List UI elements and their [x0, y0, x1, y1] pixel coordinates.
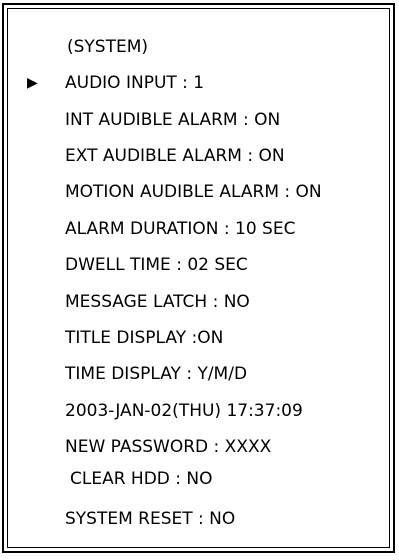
- menu-item-label: TITLE DISPLAY :ON: [65, 328, 224, 348]
- system-menu-panel: (SYSTEM) ▶ AUDIO INPUT : 1 INT AUDIBLE A…: [2, 3, 395, 553]
- menu-item-date-time[interactable]: 2003-JAN-02(THU) 17:37:09: [4, 395, 393, 427]
- menu-title: (SYSTEM): [4, 31, 393, 63]
- menu-item-label: TIME DISPLAY : Y/M/D: [65, 364, 248, 384]
- menu-item-label: AUDIO INPUT : 1: [65, 73, 205, 93]
- menu-item-new-password[interactable]: NEW PASSWORD : XXXX: [4, 431, 393, 463]
- menu-item-label: CLEAR HDD : NO: [70, 469, 213, 489]
- menu-item-title-display[interactable]: TITLE DISPLAY :ON: [4, 322, 393, 354]
- menu-item-message-latch[interactable]: MESSAGE LATCH : NO: [4, 286, 393, 318]
- menu-item-label: NEW PASSWORD : XXXX: [65, 437, 272, 457]
- menu-item-label: EXT AUDIBLE ALARM : ON: [65, 146, 285, 166]
- menu-item-int-audible-alarm[interactable]: INT AUDIBLE ALARM : ON: [4, 104, 393, 136]
- menu-item-label: MESSAGE LATCH : NO: [65, 292, 250, 312]
- menu-item-audio-input[interactable]: ▶ AUDIO INPUT : 1: [4, 67, 393, 99]
- menu-title-label: (SYSTEM): [67, 37, 149, 57]
- date-time-value: 2003-JAN-02(THU) 17:37:09: [65, 401, 303, 421]
- menu-item-time-display[interactable]: TIME DISPLAY : Y/M/D: [4, 358, 393, 390]
- menu-item-label: SYSTEM RESET : NO: [65, 509, 236, 529]
- system-menu-list: (SYSTEM) ▶ AUDIO INPUT : 1 INT AUDIBLE A…: [4, 5, 393, 551]
- menu-item-ext-audible-alarm[interactable]: EXT AUDIBLE ALARM : ON: [4, 140, 393, 172]
- menu-item-dwell-time[interactable]: DWELL TIME : 02 SEC: [4, 249, 393, 281]
- selection-arrow-icon: ▶: [27, 75, 38, 91]
- menu-item-label: MOTION AUDIBLE ALARM : ON: [65, 182, 322, 202]
- menu-item-motion-audible-alarm[interactable]: MOTION AUDIBLE ALARM : ON: [4, 176, 393, 208]
- menu-item-clear-hdd[interactable]: CLEAR HDD : NO: [4, 463, 393, 495]
- menu-item-label: DWELL TIME : 02 SEC: [65, 255, 248, 275]
- menu-item-alarm-duration[interactable]: ALARM DURATION : 10 SEC: [4, 213, 393, 245]
- menu-item-label: ALARM DURATION : 10 SEC: [65, 219, 296, 239]
- menu-item-label: INT AUDIBLE ALARM : ON: [65, 110, 281, 130]
- menu-item-system-reset[interactable]: SYSTEM RESET : NO: [4, 503, 393, 535]
